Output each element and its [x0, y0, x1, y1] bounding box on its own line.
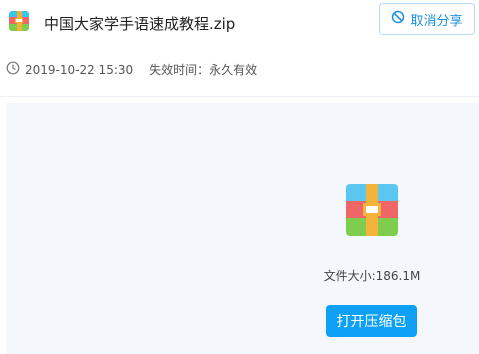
open-archive-button[interactable]: 打开压缩包 — [326, 305, 417, 337]
share-time: 2019-10-22 15:30 — [25, 62, 134, 77]
file-name: 中国大家学手语速成教程.zip — [44, 15, 236, 33]
share-meta: 2019-10-22 15:30 失效时间：永久有效 — [6, 61, 257, 78]
file-size: 文件大小:186.1M — [323, 269, 421, 283]
cancel-share-label: 取消分享 — [410, 13, 463, 29]
clock-icon — [6, 61, 25, 78]
zip-archive-icon — [9, 11, 29, 31]
ban-icon — [391, 10, 405, 28]
expire-time: 失效时间：永久有效 — [149, 63, 258, 77]
zip-archive-icon — [346, 184, 398, 236]
cancel-share-button[interactable]: 取消分享 — [379, 3, 475, 35]
share-header: 中国大家学手语速成教程.zip 取消分享 2019-10-22 15:30 失效… — [0, 0, 479, 97]
